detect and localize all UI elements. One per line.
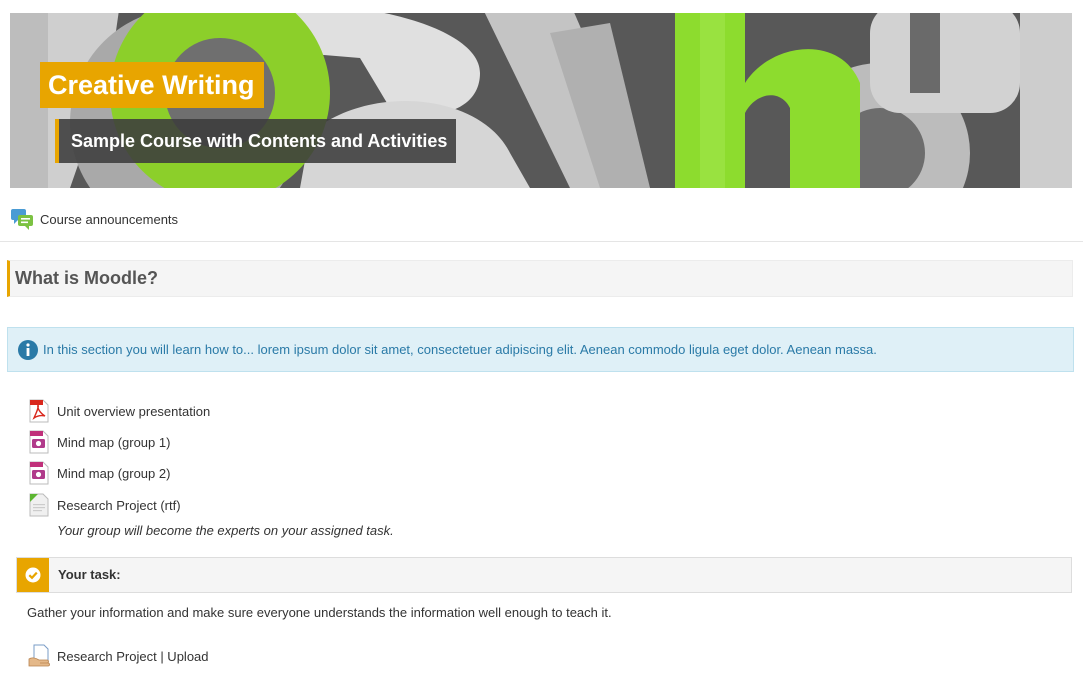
upload-label: Research Project | Upload [57,648,209,664]
assignment-icon [28,644,50,667]
course-announcements-link[interactable]: Course announcements [10,206,178,232]
task-badge [17,558,49,592]
announcements-label: Course announcements [40,211,179,227]
activity-mind-map-1[interactable]: Mind map (group 1) [28,429,170,455]
activity-label: Mind map (group 2) [57,465,171,481]
check-circle-icon [25,567,41,583]
info-text: In this section you will learn how to...… [43,342,877,357]
activity-mind-map-2[interactable]: Mind map (group 2) [28,460,170,486]
section-title: What is Moodle? [7,260,1073,297]
info-box: In this section you will learn how to...… [7,327,1074,372]
image-file-icon [29,430,49,454]
activity-label: Mind map (group 1) [57,434,171,450]
activity-research-project[interactable]: Research Project (rtf) [28,492,181,518]
course-banner: Creative Writing Sample Course with Cont… [10,13,1072,188]
research-project-upload-link[interactable]: Research Project | Upload [28,643,209,669]
activity-unit-overview[interactable]: Unit overview presentation [28,398,210,424]
activity-label: Research Project (rtf) [57,497,181,513]
course-title: Creative Writing [40,62,264,108]
activity-description: Your group will become the experts on yo… [57,523,394,538]
info-icon [18,339,38,360]
task-text: Gather your information and make sure ev… [27,605,612,620]
course-subtitle: Sample Course with Contents and Activiti… [55,119,457,163]
forum-icon [11,209,33,230]
image-file-icon [29,461,49,485]
pdf-icon [29,399,49,423]
task-box: Your task: [16,557,1072,593]
task-label: Your task: [58,567,121,582]
document-icon [29,493,49,517]
activity-label: Unit overview presentation [57,403,211,419]
divider [0,241,1083,242]
